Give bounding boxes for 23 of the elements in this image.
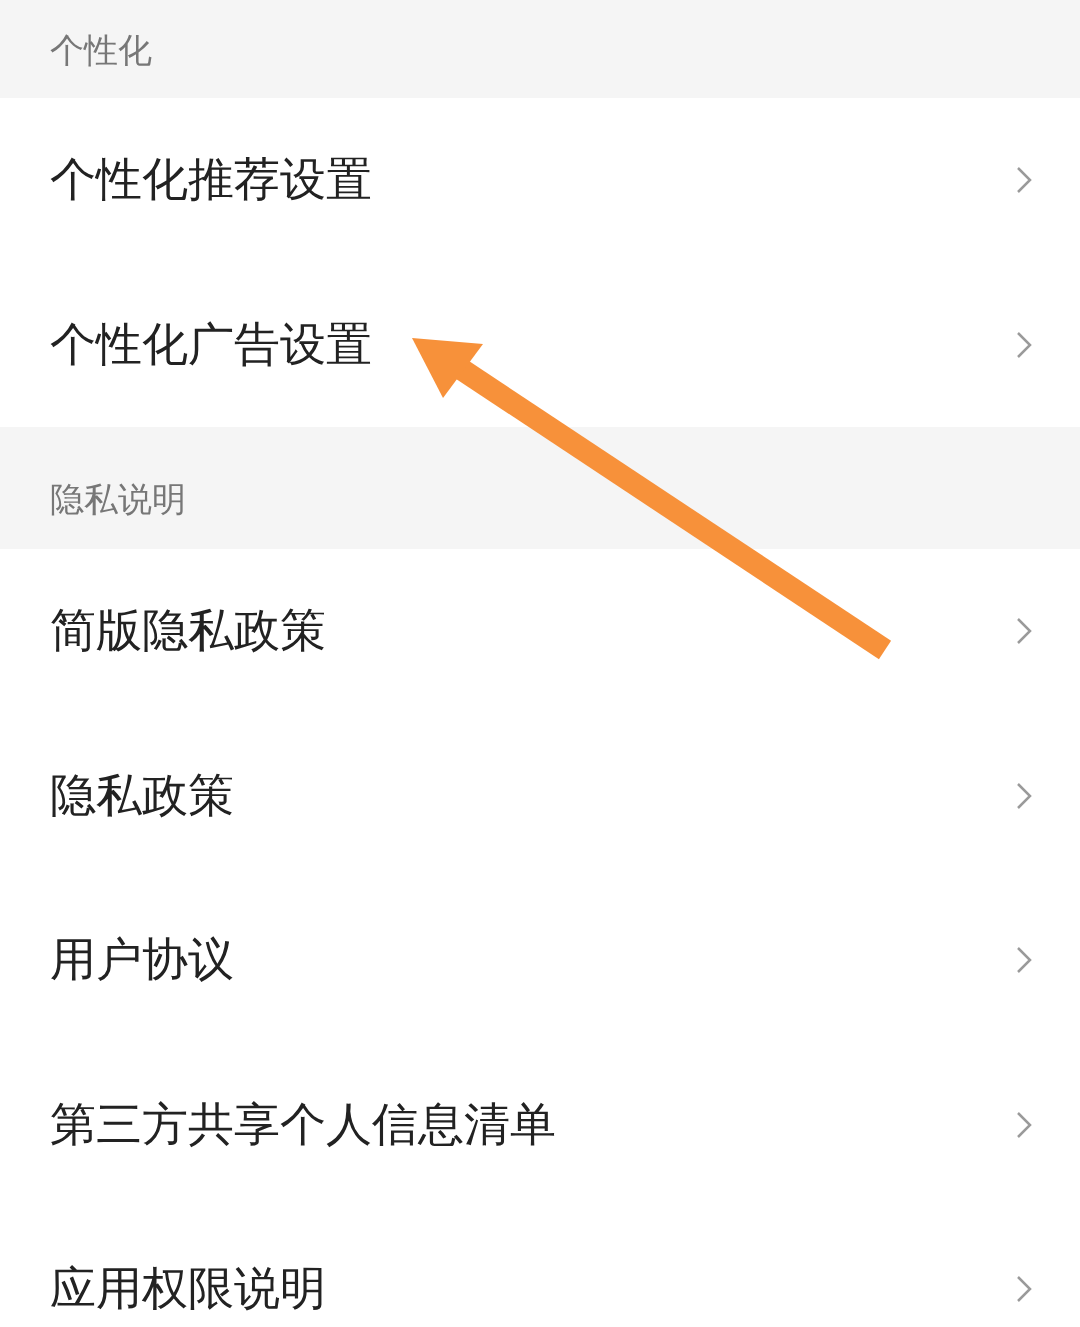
chevron-right-icon <box>1016 946 1032 975</box>
settings-item[interactable]: 用户协议 <box>0 878 1080 1043</box>
chevron-right-icon <box>1016 1275 1032 1304</box>
item-label: 应用权限说明 <box>50 1260 326 1318</box>
item-label: 简版隐私政策 <box>50 602 326 660</box>
chevron-right-icon <box>1016 1110 1032 1139</box>
item-label: 隐私政策 <box>50 766 234 824</box>
chevron-right-icon <box>1016 617 1032 646</box>
chevron-right-icon <box>1016 166 1032 195</box>
settings-item[interactable]: 个性化广告设置 <box>0 262 1080 427</box>
settings-item[interactable]: 简版隐私政策 <box>0 549 1080 714</box>
chevron-right-icon <box>1016 330 1032 359</box>
section-title: 隐私说明 <box>50 478 186 521</box>
settings-item[interactable]: 应用权限说明 <box>0 1207 1080 1327</box>
section-title: 个性化 <box>50 29 152 72</box>
item-label: 用户协议 <box>50 931 234 989</box>
item-label: 个性化推荐设置 <box>50 151 372 209</box>
settings-item[interactable]: 第三方共享个人信息清单 <box>0 1042 1080 1207</box>
item-label: 第三方共享个人信息清单 <box>50 1095 556 1153</box>
item-label: 个性化广告设置 <box>50 315 372 373</box>
settings-item[interactable]: 个性化推荐设置 <box>0 98 1080 263</box>
settings-item[interactable]: 隐私政策 <box>0 713 1080 878</box>
chevron-right-icon <box>1016 781 1032 810</box>
